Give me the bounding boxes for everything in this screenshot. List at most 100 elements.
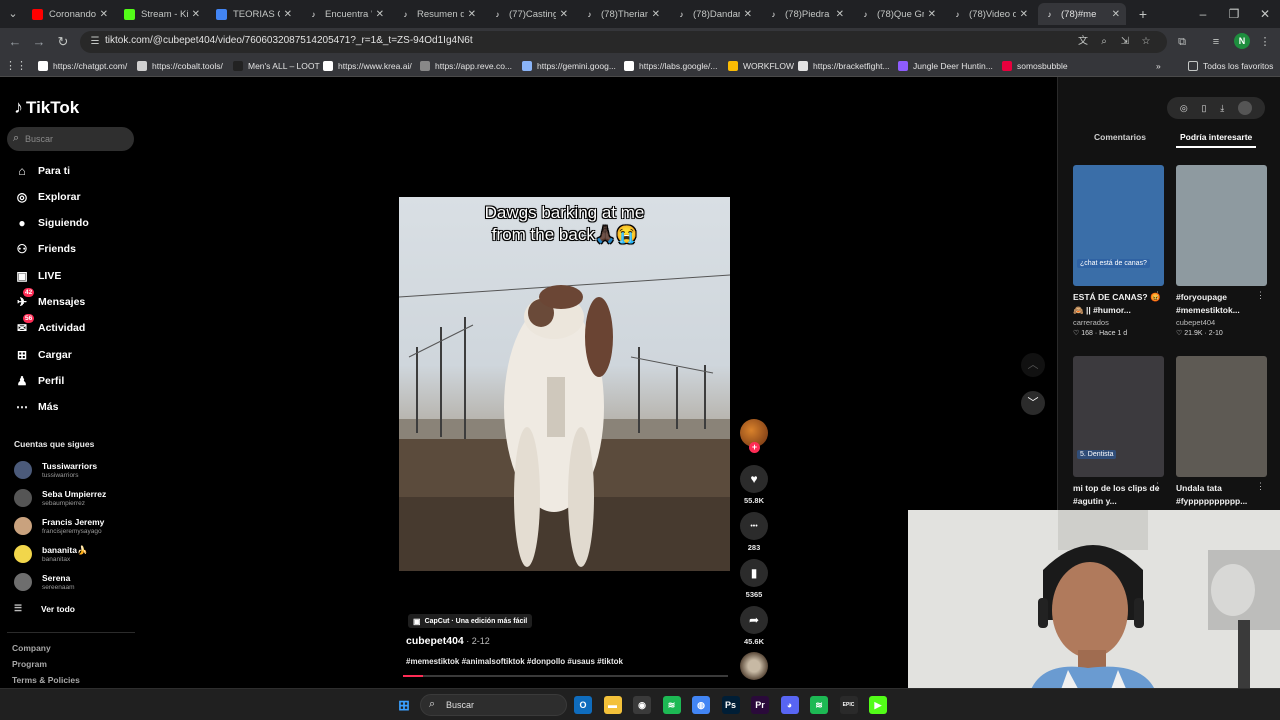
forward-button[interactable]: → xyxy=(30,33,48,51)
epic-games-icon[interactable]: EPIC xyxy=(839,696,858,714)
browser-tab-3[interactable]: ♪ Encuentra 'n ✕ xyxy=(302,3,390,25)
video-thumbnail[interactable]: ¿chat está de canas? xyxy=(1073,165,1164,286)
bookmark-8[interactable]: https://bracketfight... xyxy=(798,59,890,73)
bookmark-9[interactable]: Jungle Deer Huntin... xyxy=(898,59,993,73)
video-progress-bar[interactable] xyxy=(403,675,728,677)
sidebar-item-explorar[interactable]: ◎ Explorar xyxy=(14,187,81,207)
install-app-icon[interactable]: ⇲ xyxy=(1118,35,1132,49)
followed-account[interactable]: Seba Umpierrez sebaumpierrez xyxy=(14,486,106,510)
more-options-icon[interactable]: ⋮ xyxy=(1256,290,1265,301)
bookmark-3[interactable]: https://www.krea.ai/ xyxy=(323,59,412,73)
sidebar-item-ms[interactable]: ⋯ Más xyxy=(14,397,58,417)
phone-icon[interactable]: ▯ xyxy=(1202,103,1207,114)
video-player[interactable]: Dawgs barking at me from the back🙏🏿😭 xyxy=(399,197,730,571)
browser-tab-9[interactable]: ♪ (78)Que Gra ✕ xyxy=(854,3,942,25)
next-video-button[interactable]: ﹀ xyxy=(1021,391,1045,415)
browser-tab-1[interactable]: Stream - Kick ✕ xyxy=(118,3,206,25)
bookmark-star-icon[interactable]: ☆ xyxy=(1139,35,1153,49)
video-thumbnail[interactable] xyxy=(1176,165,1267,286)
sidebar-item-cargar[interactable]: ⊞ Cargar xyxy=(14,345,72,365)
windows-start-icon[interactable]: ⊞ xyxy=(395,696,413,714)
footer-program[interactable]: Program xyxy=(12,659,47,669)
tab-close-icon[interactable]: ✕ xyxy=(560,9,568,20)
compass-icon[interactable]: ◎ xyxy=(1180,103,1188,114)
browser-tab-5[interactable]: ♪ (77)Casting ✕ xyxy=(486,3,574,25)
video-thumbnail[interactable] xyxy=(1176,356,1267,477)
zoom-icon[interactable]: ⌕ xyxy=(1097,35,1111,49)
apps-grid-icon[interactable]: ⋮⋮ xyxy=(5,57,27,75)
card-title[interactable]: #foryoupage #memestiktok... xyxy=(1176,291,1267,317)
bookmark-0[interactable]: https://chatgpt.com/ xyxy=(38,59,127,73)
close-window-button[interactable]: ✕ xyxy=(1255,4,1275,24)
recommended-video-card[interactable]: Undala tata #fypppppppppp... ⋮ xyxy=(1176,356,1267,508)
media-controls-icon[interactable]: ≡ xyxy=(1207,33,1225,51)
tab-close-icon[interactable]: ✕ xyxy=(376,9,384,20)
share-action[interactable]: ➦ 45.6K xyxy=(740,606,768,646)
bookmark-5[interactable]: https://gemini.goog... xyxy=(522,59,616,73)
video-thumbnail[interactable]: 5. Dentista xyxy=(1073,356,1164,477)
browser-tab-2[interactable]: TEORIAS CON ✕ xyxy=(210,3,298,25)
browser-tab-7[interactable]: ♪ (78)Dandara ✕ xyxy=(670,3,758,25)
tab-close-icon[interactable]: ✕ xyxy=(744,9,752,20)
spotify-icon[interactable]: ≋ xyxy=(662,696,681,714)
share-icon[interactable]: ➦ xyxy=(740,606,768,634)
tab-close-icon[interactable]: ✕ xyxy=(928,9,936,20)
browser-tab-8[interactable]: ♪ (78)Piedra P ✕ xyxy=(762,3,850,25)
search-box[interactable]: ⌕ xyxy=(7,127,134,151)
restore-button[interactable]: ❐ xyxy=(1224,4,1244,24)
followed-account[interactable]: bananita🍌 bananitax xyxy=(14,542,88,566)
minimize-button[interactable]: – xyxy=(1193,4,1213,24)
followed-account[interactable]: Tussiwarriors tussiwarriors xyxy=(14,458,97,482)
menu-icon[interactable]: ⋮ xyxy=(1256,33,1274,51)
save-action[interactable]: ▮ 5365 xyxy=(740,559,768,599)
browser-tab-10[interactable]: ♪ (78)Video de ✕ xyxy=(946,3,1034,25)
sidebar-item-perfil[interactable]: ♟ Perfil xyxy=(14,371,65,391)
photoshop-icon[interactable]: Ps xyxy=(721,696,740,714)
outlook-icon[interactable]: O xyxy=(574,696,592,714)
extensions-icon[interactable]: ⧉ xyxy=(1173,33,1191,51)
all-bookmarks-button[interactable]: Todos los favoritos xyxy=(1188,59,1273,73)
tab-close-icon[interactable]: ✕ xyxy=(652,9,660,20)
url-text[interactable]: tiktok.com/@cubepet404/video/76060320875… xyxy=(105,35,473,46)
browser-tab-11[interactable]: ♪ (78)#me ✕ xyxy=(1038,3,1126,25)
browser-tab-0[interactable]: Coronando la ✕ xyxy=(26,3,114,25)
sidebar-item-friends[interactable]: ⚇ Friends xyxy=(14,239,76,259)
footer-terms[interactable]: Terms & Policies xyxy=(12,675,80,685)
site-info-icon[interactable]: ☰ xyxy=(88,35,102,49)
premiere-icon[interactable]: Pr xyxy=(751,696,769,714)
follow-plus-icon[interactable]: + xyxy=(749,442,760,453)
download-icon[interactable]: ⤓ xyxy=(1220,103,1224,114)
back-button[interactable]: ← xyxy=(6,33,24,51)
card-title[interactable]: mi top de los clips de #agutin y... xyxy=(1073,482,1164,508)
see-all-button[interactable]: ☰ Ver todo xyxy=(14,603,75,614)
kick-icon[interactable]: ▶ xyxy=(869,696,887,714)
tab-you-may-like[interactable]: Podría interesarte xyxy=(1180,132,1252,142)
bookmarks-overflow-icon[interactable]: » xyxy=(1156,59,1161,73)
tab-close-icon[interactable]: ✕ xyxy=(468,9,476,20)
tab-close-icon[interactable]: ✕ xyxy=(284,9,292,20)
sidebar-item-mensajes[interactable]: ✈ 42 Mensajes xyxy=(14,288,85,312)
tiktok-logo[interactable]: ♪ TikTok xyxy=(14,97,79,118)
search-input[interactable] xyxy=(25,130,125,148)
sidebar-item-parati[interactable]: ⌂ Para ti xyxy=(14,161,70,181)
discord-icon[interactable]: ◕ xyxy=(780,696,799,714)
more-options-icon[interactable]: ⋮ xyxy=(1153,481,1162,492)
new-tab-button[interactable]: + xyxy=(1134,5,1152,23)
translate-icon[interactable]: 文 xyxy=(1076,35,1090,49)
obs-icon[interactable]: ◉ xyxy=(633,696,651,714)
tab-comments[interactable]: Comentarios xyxy=(1094,132,1146,142)
taskbar-search[interactable]: ⌕ Buscar xyxy=(420,694,567,716)
profile-avatar[interactable]: N xyxy=(1234,33,1250,49)
tab-search-icon[interactable]: ⌄ xyxy=(4,5,22,23)
followed-account[interactable]: Francis Jeremy francisjeremysayago xyxy=(14,514,104,538)
user-avatar[interactable] xyxy=(1238,101,1253,115)
comment-action[interactable]: ••• 283 xyxy=(740,512,768,552)
card-title[interactable]: ESTÁ DE CANAS? 😡🙈 || #humor... xyxy=(1073,291,1164,317)
footer-company[interactable]: Company xyxy=(12,643,51,653)
comment-icon[interactable]: ••• xyxy=(740,512,768,540)
capcut-badge[interactable]: ▣ CapCut · Una edición más fácil xyxy=(408,614,533,628)
video-hashtags[interactable]: #memestiktok #animalsoftiktok #donpollo … xyxy=(406,657,623,666)
card-title[interactable]: Undala tata #fypppppppppp... xyxy=(1176,482,1267,508)
more-options-icon[interactable]: ⋮ xyxy=(1256,481,1265,492)
reload-button[interactable]: ↻ xyxy=(54,33,72,51)
